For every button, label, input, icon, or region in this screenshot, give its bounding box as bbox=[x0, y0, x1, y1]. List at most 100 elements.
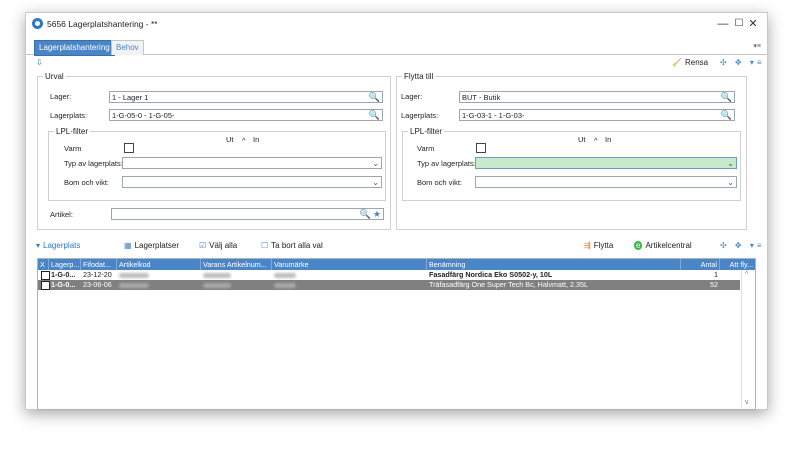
urval-panel: Urval Lager: 1 - Lager 1 🔍 Lagerplats: 1… bbox=[37, 72, 391, 230]
chevron-down-icon: ⌄ bbox=[372, 178, 379, 187]
artikel-label: Artikel: bbox=[50, 210, 73, 219]
urval-lagerplats-value: 1-G-05-0 - 1-G-05- bbox=[112, 111, 175, 120]
grid-toolbar: ▾ Lagerplats ▦ Lagerplatser ☑ Välj alla ☐ Ta… bbox=[26, 239, 767, 253]
ta-bort-alla-val-button[interactable]: ☐ Ta bort alla val bbox=[261, 241, 323, 250]
artikelcentral-button[interactable]: e Artikelcentral bbox=[634, 241, 692, 250]
urval-lager-value: 1 - Lager 1 bbox=[112, 93, 149, 102]
flytta-varm-label: Varm bbox=[417, 144, 435, 153]
lagerplats-grid: X Lagerp... Fifodat... Artikelkod Varans… bbox=[37, 258, 756, 410]
artikel-field[interactable]: 🔍 ★ bbox=[111, 208, 384, 220]
col-antal[interactable]: Antal bbox=[681, 259, 720, 270]
urval-varm-label: Varm bbox=[64, 144, 82, 153]
urval-lager-field[interactable]: 1 - Lager 1 🔍 bbox=[109, 91, 383, 103]
flytta-bom-label: Bom och vikt: bbox=[417, 178, 463, 187]
urval-bom-label: Bom och vikt: bbox=[64, 178, 110, 187]
rensa-button[interactable]: 🧹 Rensa bbox=[672, 58, 708, 67]
window-title: 5656 Lagerplatshantering - ** bbox=[47, 19, 158, 29]
urval-arrow-icon: ^ bbox=[242, 136, 246, 145]
check-all-icon: ☑ bbox=[199, 241, 207, 250]
tab-bar: Lagerplatshantering Behov bbox=[26, 40, 767, 56]
scroll-up-icon[interactable]: ^ bbox=[745, 271, 748, 278]
urval-bom-select[interactable]: ⌄ bbox=[122, 176, 382, 188]
col-varumarke[interactable]: Varumärke bbox=[272, 259, 427, 270]
lagerplatser-button[interactable]: ▦ Lagerplatser bbox=[124, 241, 179, 250]
flytta-ut-label: Ut bbox=[578, 135, 586, 144]
star-icon[interactable]: ★ bbox=[373, 209, 381, 220]
flytta-lager-field[interactable]: BUT - Butik 🔍 bbox=[459, 91, 735, 103]
lagerplats-section-toggle[interactable]: ▾ Lagerplats bbox=[36, 241, 80, 250]
title-bar: 5656 Lagerplatshantering - ** — ☐ ✕ bbox=[26, 13, 767, 35]
cell-benamning: Fasadfärg Nordica Eko S0502-y, 10L bbox=[429, 270, 553, 279]
urval-typ-label: Typ av lagerplats: bbox=[64, 159, 123, 168]
col-artikelkod[interactable]: Artikelkod bbox=[117, 259, 201, 270]
table-row[interactable]: 1-G-0... 23-06-06 Träfasadfärg One Super… bbox=[38, 280, 740, 290]
search-icon[interactable]: 🔍 bbox=[369, 110, 380, 121]
grid-icon: ▦ bbox=[124, 241, 132, 250]
urval-lpl-filter: LPL-filter Ut ^ In Varm Typ av lagerplat… bbox=[48, 127, 386, 201]
urval-lpl-title: LPL-filter bbox=[54, 127, 91, 136]
search-icon[interactable]: 🔍 bbox=[369, 92, 380, 103]
col-x[interactable]: X bbox=[38, 259, 49, 270]
flytta-lpl-filter: LPL-filter Ut ^ In Varm Typ av lagerplat… bbox=[402, 127, 741, 201]
urval-in-label: In bbox=[253, 135, 260, 144]
scroll-down-icon[interactable]: v bbox=[745, 399, 749, 406]
urval-title: Urval bbox=[43, 72, 66, 81]
col-benamning[interactable]: Benämning bbox=[427, 259, 681, 270]
cell-antal: 1 bbox=[714, 270, 718, 279]
flytta-lagerplats-value: 1-G-03-1 - 1-G-03- bbox=[462, 111, 525, 120]
col-fifodatum[interactable]: Fifodat... bbox=[81, 259, 117, 270]
flytta-in-label: In bbox=[605, 135, 612, 144]
urval-lagerplats-field[interactable]: 1-G-05-0 - 1-G-05- 🔍 bbox=[109, 109, 383, 121]
col-att-flytta[interactable]: Att fly... bbox=[720, 259, 755, 270]
cell-benamning: Träfasadfärg One Super Tech Bc, Halvmatt… bbox=[429, 280, 589, 289]
chevron-down-icon: ⌄ bbox=[727, 159, 734, 168]
cell-artikelnummer-redacted bbox=[201, 270, 272, 280]
flytta-lagerplats-field[interactable]: 1-G-03-1 - 1-G-03- 🔍 bbox=[459, 109, 735, 121]
chevron-down-icon: ▾ bbox=[36, 241, 41, 250]
flytta-lager-label: Lager: bbox=[401, 92, 423, 101]
flytta-panel: Flytta till Lager: BUT - Butik 🔍 Lagerpl… bbox=[396, 72, 747, 230]
urval-lagerplats-label: Lagerplats: bbox=[50, 111, 88, 120]
flytta-varm-checkbox[interactable] bbox=[476, 143, 486, 153]
tab-menu-icon[interactable]: ▾≡ bbox=[753, 42, 761, 50]
cell-artikelkod-redacted bbox=[117, 280, 201, 290]
chevron-down-icon: ⌄ bbox=[372, 159, 379, 168]
flytta-lager-value: BUT - Butik bbox=[462, 93, 501, 102]
table-row[interactable]: 1-G-0... 23-12-20 Fasadfärg Nordica Eko … bbox=[38, 270, 740, 280]
cell-antal: 52 bbox=[710, 280, 718, 289]
layout-icons[interactable]: ✣ ✥ ▾≡ bbox=[720, 58, 765, 67]
col-varans-artikelnummer[interactable]: Varans Artikelnum... bbox=[201, 259, 272, 270]
flytta-button[interactable]: ⇶ Flytta bbox=[584, 241, 613, 250]
col-lagerplats[interactable]: Lagerp... bbox=[49, 259, 81, 270]
search-icon[interactable]: 🔍 bbox=[721, 110, 732, 121]
valj-alla-button[interactable]: ☑ Välj alla bbox=[199, 241, 237, 250]
cell-fifodatum: 23-06-06 bbox=[83, 280, 112, 289]
flytta-typ-select[interactable]: ⌄ bbox=[475, 157, 737, 169]
grid-header: X Lagerp... Fifodat... Artikelkod Varans… bbox=[38, 259, 755, 270]
app-logo-icon bbox=[32, 18, 43, 29]
urval-varm-checkbox[interactable] bbox=[124, 143, 134, 153]
urval-lager-label: Lager: bbox=[50, 92, 72, 101]
chevron-down-icon: ⌄ bbox=[727, 178, 734, 187]
cell-lagerplats: 1-G-0... bbox=[51, 270, 76, 279]
cell-artikelnummer-redacted bbox=[201, 280, 272, 290]
cell-lagerplats: 1-G-0... bbox=[51, 280, 76, 289]
collapse-filter-icon[interactable]: ⇩ bbox=[36, 58, 43, 67]
tab-behov[interactable]: Behov bbox=[111, 40, 144, 55]
vertical-scrollbar[interactable]: ^ v bbox=[741, 270, 755, 407]
flytta-lpl-title: LPL-filter bbox=[408, 127, 445, 136]
close-button[interactable]: ✕ bbox=[739, 16, 767, 32]
urval-typ-select[interactable]: ⌄ bbox=[122, 157, 382, 169]
search-icon[interactable]: 🔍 bbox=[360, 209, 371, 220]
search-icon[interactable]: 🔍 bbox=[721, 92, 732, 103]
grid-layout-icons[interactable]: ✣ ✥ ▾≡ bbox=[720, 241, 765, 250]
artikelcentral-icon: e bbox=[634, 241, 643, 250]
uncheck-all-icon: ☐ bbox=[261, 241, 269, 250]
flytta-title: Flytta till bbox=[402, 72, 436, 81]
cell-varumarke-redacted bbox=[272, 280, 427, 290]
flytta-bom-select[interactable]: ⌄ bbox=[475, 176, 737, 188]
filter-toolbar: ⇩ 🧹 Rensa ✣ ✥ ▾≡ bbox=[26, 55, 767, 70]
tab-lagerplatshantering[interactable]: Lagerplatshantering bbox=[34, 40, 115, 56]
cell-fifodatum: 23-12-20 bbox=[83, 270, 112, 279]
urval-ut-label: Ut bbox=[226, 135, 234, 144]
